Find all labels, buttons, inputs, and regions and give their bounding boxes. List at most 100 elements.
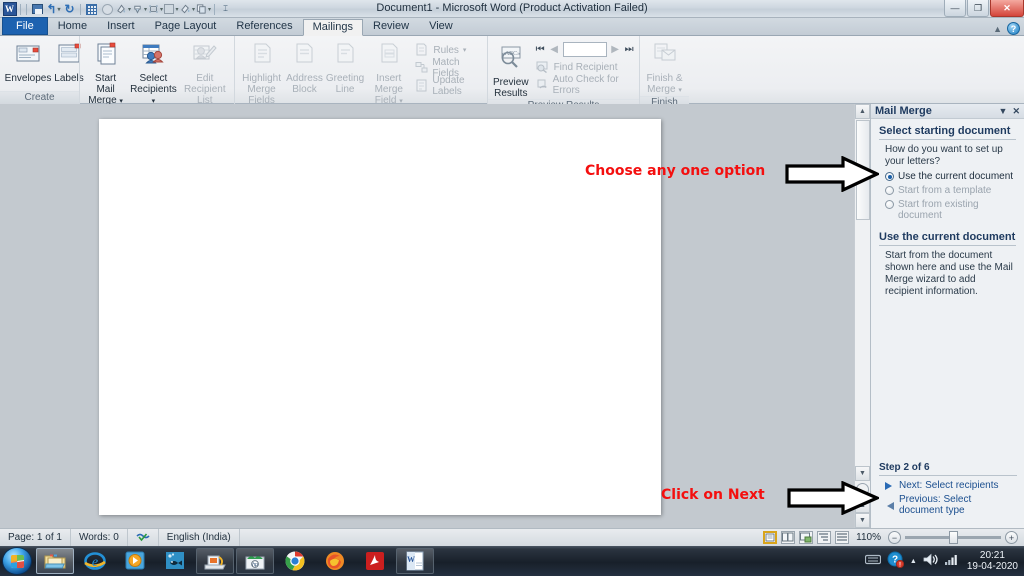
- previous-step-link[interactable]: Previous: Select document type: [885, 494, 1017, 516]
- choose-option-annotation-arrow: [785, 156, 879, 192]
- zoom-level-label[interactable]: 110%: [853, 532, 884, 543]
- proofing-errors-icon[interactable]: [128, 528, 159, 547]
- chevron-down-icon: ▾: [462, 47, 467, 54]
- option-start-from-existing-document[interactable]: Start from existing document: [885, 199, 1016, 221]
- outline-view-button[interactable]: [817, 531, 832, 544]
- zoom-out-button[interactable]: −: [888, 531, 901, 544]
- tray-network-icon[interactable]: [944, 553, 959, 569]
- preview-results-button[interactable]: «ABC» Preview Results: [492, 39, 530, 99]
- taskbar-item-hp-app[interactable]: hp: [236, 548, 274, 574]
- full-screen-reading-view-button[interactable]: [781, 531, 796, 544]
- next-step-link[interactable]: Next: Select recipients: [885, 480, 1017, 491]
- tab-insert[interactable]: Insert: [97, 18, 145, 35]
- previous-record-button[interactable]: ◀: [549, 44, 560, 55]
- option-start-from-template[interactable]: Start from a template: [885, 185, 1016, 196]
- update-labels-icon: [415, 79, 428, 93]
- taskbar-item-internet-explorer[interactable]: e: [76, 548, 114, 574]
- taskbar-item-windows-media-player[interactable]: [116, 548, 154, 574]
- draft-view-button[interactable]: [835, 531, 850, 544]
- restore-button[interactable]: ❐: [967, 0, 989, 17]
- zoom-slider[interactable]: [905, 531, 1001, 544]
- tray-volume-icon[interactable]: [923, 553, 938, 569]
- radio-start-from-existing-document[interactable]: [885, 200, 894, 209]
- taskbar-item-windows-explorer[interactable]: [36, 548, 74, 574]
- collapse-ribbon-icon[interactable]: ▲: [993, 24, 1002, 34]
- arrow-right-icon: [885, 481, 894, 490]
- page-indicator[interactable]: Page: 1 of 1: [0, 528, 71, 547]
- envelopes-label: Envelopes: [4, 73, 52, 84]
- first-record-button[interactable]: ⏮: [535, 44, 546, 55]
- tray-action-center-icon[interactable]: ? !: [887, 551, 905, 571]
- next-record-button[interactable]: ▶: [610, 44, 621, 55]
- taskbar-item-google-chrome[interactable]: [276, 548, 314, 574]
- record-number-input[interactable]: [562, 42, 607, 57]
- taskbar-item-scanner-app[interactable]: [196, 548, 234, 574]
- arrow-left-icon: [885, 501, 894, 510]
- tray-clock[interactable]: 20:21 19-04-2020: [965, 550, 1020, 572]
- finish-and-merge-label-line2: Merge ▾: [647, 84, 682, 95]
- window-title: Document1 - Microsoft Word (Product Acti…: [376, 2, 648, 14]
- radio-use-current-document[interactable]: [885, 172, 894, 181]
- start-orb[interactable]: [2, 547, 32, 575]
- select-recipients-button[interactable]: Select Recipients ▾: [128, 39, 178, 107]
- taskbar-item-microsoft-word[interactable]: W: [396, 548, 434, 574]
- tab-review[interactable]: Review: [363, 18, 419, 35]
- svg-text:e: e: [92, 555, 98, 570]
- start-mail-merge-button[interactable]: Start Mail Merge ▾: [84, 39, 127, 107]
- update-labels-button[interactable]: Update Labels: [412, 75, 483, 97]
- close-button[interactable]: ✕: [990, 0, 1024, 17]
- last-record-button[interactable]: ⏭: [624, 44, 635, 55]
- tab-page-layout[interactable]: Page Layout: [145, 18, 227, 35]
- address-block-button[interactable]: Address Block: [285, 39, 324, 95]
- language-indicator[interactable]: English (India): [159, 528, 240, 547]
- task-pane-dropdown-icon[interactable]: ▼: [999, 106, 1008, 117]
- scroll-down-button[interactable]: ▼: [855, 466, 870, 481]
- insert-merge-field-button[interactable]: Insert Merge Field ▾: [366, 39, 411, 107]
- help-icon[interactable]: ?: [1007, 22, 1020, 35]
- minimize-button[interactable]: —: [944, 0, 966, 17]
- print-layout-view-button[interactable]: [763, 531, 778, 544]
- edit-recipient-list-button[interactable]: Edit Recipient List: [180, 39, 230, 106]
- taskbar-item-aquarium-app[interactable]: [156, 548, 194, 574]
- finish-and-merge-button[interactable]: Finish & Merge ▾: [644, 39, 685, 96]
- tab-references[interactable]: References: [226, 18, 302, 35]
- scroll-up-button[interactable]: ▲: [855, 104, 870, 119]
- next-step-label: Next: Select recipients: [899, 480, 999, 491]
- web-layout-view-button[interactable]: [799, 531, 814, 544]
- envelope-icon: [13, 41, 43, 71]
- next-page-button[interactable]: ▼: [855, 513, 870, 528]
- preview-results-icon: «ABC»: [496, 45, 526, 75]
- tray-show-hidden-icons-button[interactable]: ▲: [910, 558, 917, 565]
- option-use-current-document[interactable]: Use the current document: [885, 171, 1016, 182]
- option-label-use-current-document: Use the current document: [898, 171, 1014, 182]
- greeting-line-button[interactable]: Greeting Line: [325, 39, 365, 95]
- zoom-slider-thumb[interactable]: [949, 531, 958, 544]
- edit-recipient-list-label-line1: Edit: [196, 73, 214, 84]
- taskbar-item-mozilla-firefox[interactable]: [316, 548, 354, 574]
- auto-check-errors-label: Auto Check for Errors: [552, 74, 619, 96]
- task-pane-close-icon[interactable]: ✕: [1012, 106, 1020, 117]
- tab-mailings[interactable]: Mailings: [302, 19, 363, 36]
- auto-check-errors-button[interactable]: Auto Check for Errors: [533, 74, 637, 96]
- document-page[interactable]: [99, 119, 661, 515]
- tab-file[interactable]: File: [2, 17, 48, 35]
- rules-button[interactable]: Rules ▾: [412, 42, 483, 58]
- find-recipient-button[interactable]: Find Recipient: [533, 59, 637, 75]
- find-recipient-label: Find Recipient: [553, 61, 618, 73]
- select-recipients-label-line1: Select: [139, 73, 168, 84]
- tray-keyboard-icon[interactable]: [864, 554, 882, 568]
- word-count-indicator[interactable]: Words: 0: [71, 528, 128, 547]
- highlight-merge-fields-button[interactable]: Highlight Merge Fields: [239, 39, 284, 106]
- match-fields-button[interactable]: Match Fields: [412, 57, 483, 79]
- envelopes-button[interactable]: Envelopes: [4, 39, 52, 84]
- tab-view[interactable]: View: [419, 18, 463, 35]
- edit-recipient-list-label-line2: Recipient List: [183, 84, 226, 106]
- zoom-in-button[interactable]: +: [1005, 531, 1018, 544]
- taskbar-item-adobe-reader[interactable]: [356, 548, 394, 574]
- match-fields-icon: [415, 61, 428, 75]
- highlight-merge-fields-icon: [247, 41, 277, 71]
- svg-text:W: W: [407, 555, 415, 564]
- tab-home[interactable]: Home: [48, 18, 97, 35]
- group-label-create: Create: [0, 91, 79, 104]
- radio-start-from-template[interactable]: [885, 186, 894, 195]
